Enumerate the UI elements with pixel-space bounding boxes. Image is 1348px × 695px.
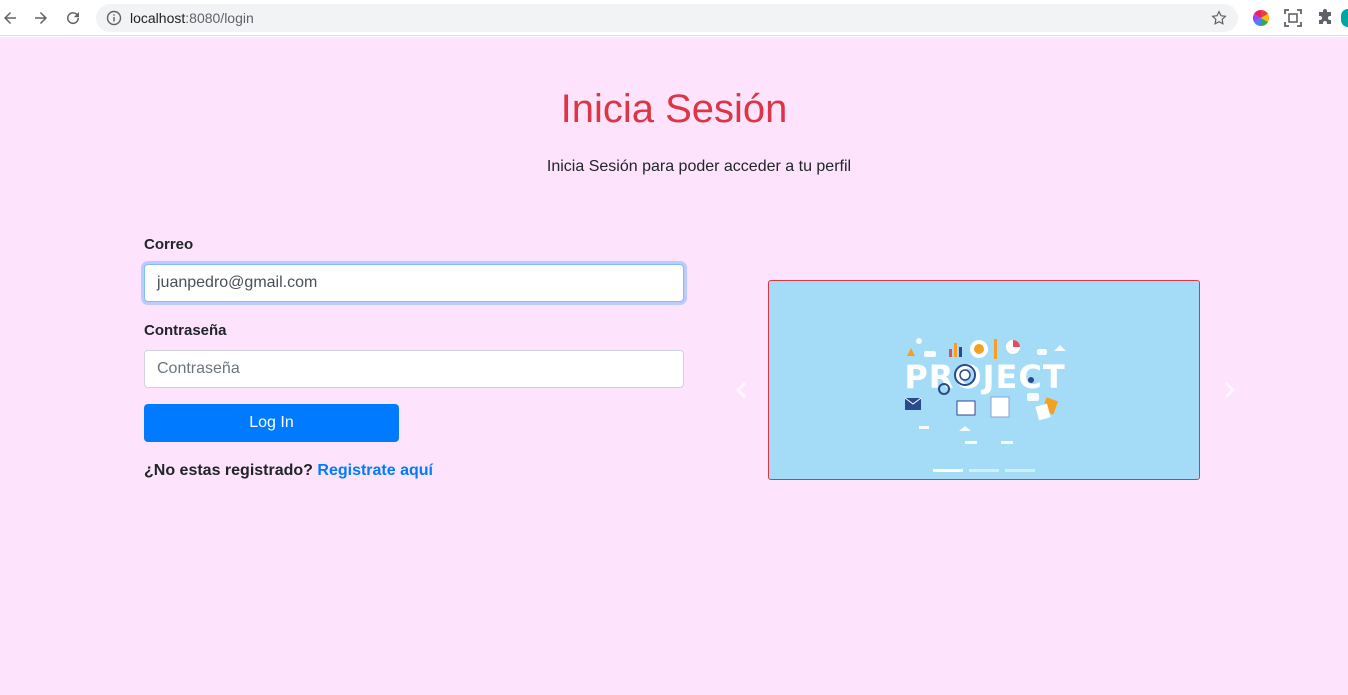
password-label: Contraseña [144, 322, 227, 339]
back-button[interactable] [0, 6, 22, 30]
carousel-indicator-2[interactable] [969, 469, 999, 472]
chevron-right-icon [1224, 381, 1236, 399]
email-field[interactable]: juanpedro@gmail.com [144, 264, 684, 302]
page-subtitle: Inicia Sesión para poder acceder a tu pe… [546, 158, 852, 175]
carousel-indicator-3[interactable] [1005, 469, 1035, 472]
bookmark-star-icon[interactable] [1210, 9, 1228, 27]
reload-icon [67, 12, 80, 25]
email-value: juanpedro@gmail.com [157, 274, 318, 291]
info-icon[interactable] [106, 10, 122, 26]
project-word: PROJECT [904, 358, 1065, 396]
color-wheel-icon[interactable] [1251, 8, 1271, 28]
carousel-indicators [769, 469, 1199, 472]
carousel-prev-button[interactable] [732, 380, 752, 400]
password-field[interactable]: Contraseña [144, 350, 684, 388]
address-bar[interactable]: localhost:8080/login [96, 4, 1238, 32]
password-placeholder: Contraseña [157, 360, 240, 377]
arrow-right-icon [35, 12, 47, 24]
chart-bars-icon [949, 343, 962, 357]
forward-button[interactable] [29, 6, 53, 30]
url-path: :8080/login [185, 10, 254, 26]
url-text: localhost:8080/login [130, 10, 254, 26]
email-label: Correo [144, 236, 194, 253]
carousel-next-button[interactable] [1219, 380, 1239, 400]
url-host: localhost [130, 10, 186, 26]
arrow-left-icon [4, 12, 16, 24]
register-question: ¿No estas registrado? [144, 462, 313, 479]
browser-toolbar: localhost:8080/login [0, 0, 1348, 36]
register-link[interactable]: Registrate aquí [317, 462, 433, 479]
register-prompt: ¿No estas registrado? Registrate aquí [144, 462, 433, 480]
chevron-left-icon [735, 381, 747, 399]
login-button[interactable]: Log In [144, 404, 399, 442]
carousel-indicator-1[interactable] [933, 469, 963, 472]
image-carousel[interactable]: PROJECT [768, 280, 1200, 480]
page-title: Inicia Sesión [560, 87, 788, 131]
login-page: Inicia Sesión Inicia Sesión para poder a… [0, 37, 1348, 695]
extensions-puzzle-icon[interactable] [1315, 8, 1335, 28]
screenshot-icon[interactable] [1283, 8, 1303, 28]
profile-avatar[interactable] [1341, 9, 1348, 27]
reload-button[interactable] [61, 6, 85, 30]
project-illustration: PROJECT [904, 338, 1066, 444]
